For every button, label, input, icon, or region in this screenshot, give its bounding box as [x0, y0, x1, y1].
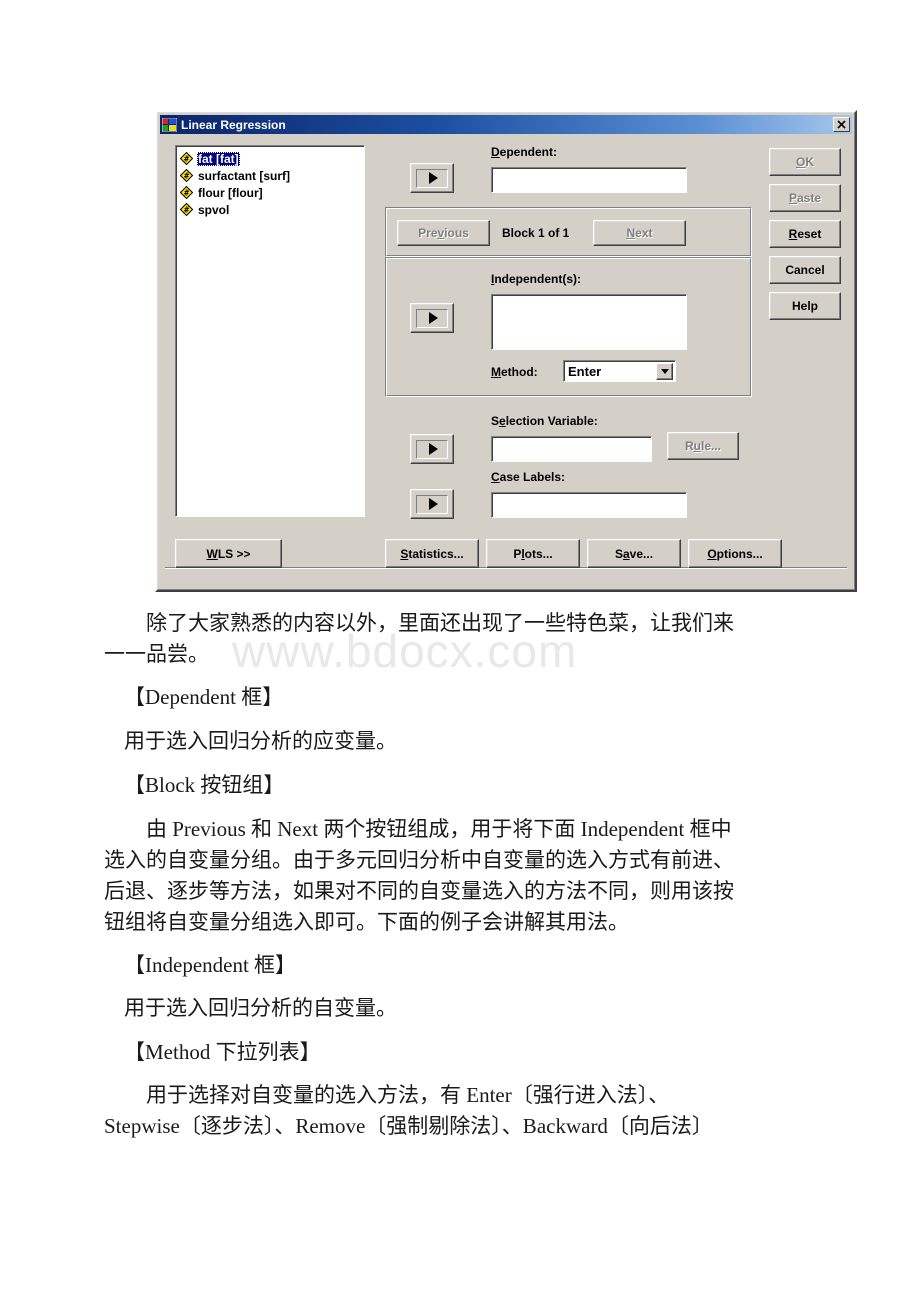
reset-button[interactable]: Reset — [769, 220, 841, 248]
arrow-right-icon — [428, 443, 438, 455]
list-item[interactable]: # spvol — [178, 201, 364, 218]
help-button[interactable]: Help — [769, 292, 841, 320]
svg-text:#: # — [184, 171, 189, 180]
heading-dependent: 【Dependent 框】 — [124, 685, 284, 709]
variable-list[interactable]: # fat [fat] # surfactant [surf] # flour — [175, 145, 365, 517]
move-to-independents-button[interactable] — [410, 303, 454, 333]
paragraph-intro-line2: 一一品尝。 — [104, 642, 209, 666]
save-button[interactable]: Sa ve... — [587, 539, 681, 568]
svg-text:#: # — [184, 154, 189, 163]
move-to-case-labels-button[interactable] — [410, 489, 454, 519]
list-item-label: surfactant [surf] — [198, 168, 291, 183]
paragraph-method-line1: 用于选择对自变量的选入方法，有 Enter〔强行进入法〕、 — [146, 1083, 670, 1107]
close-icon[interactable] — [833, 117, 850, 132]
paragraph-block-line1: 由 Previous 和 Next 两个按钮组成，用于将下面 Independe… — [146, 817, 732, 841]
arrow-inset — [416, 439, 448, 459]
scale-variable-icon: # — [179, 151, 194, 166]
arrow-right-icon — [428, 498, 438, 510]
list-item[interactable]: # fat [fat] — [178, 150, 364, 167]
move-to-dependent-button[interactable] — [410, 163, 454, 193]
dialog-titlebar[interactable]: Linear Regression — [160, 115, 852, 134]
list-item[interactable]: # flour [flour] — [178, 184, 364, 201]
selection-variable-input[interactable] — [491, 436, 652, 462]
dialog-title: Linear Regression — [181, 117, 286, 132]
options-button[interactable]: Options... — [688, 539, 782, 568]
heading-method: 【Method 下拉列表】 — [124, 1040, 321, 1064]
ok-button[interactable]: OK — [769, 148, 841, 176]
statistics-button[interactable]: Statistics... — [385, 539, 479, 568]
paragraph-method-line2: Stepwise〔逐步法〕、Remove〔强制剔除法〕、Backward〔向后法… — [104, 1114, 713, 1138]
heading-block: 【Block 按钮组】 — [124, 773, 285, 797]
plots-button[interactable]: Pl ots... — [486, 539, 580, 568]
scale-variable-icon: # — [179, 168, 194, 183]
svg-text:#: # — [184, 205, 189, 214]
arrow-right-icon — [428, 312, 438, 324]
independents-label: Independent(s): — [491, 272, 582, 286]
list-item[interactable]: # surfactant [surf] — [178, 167, 364, 184]
cancel-button[interactable]: Cancel — [769, 256, 841, 284]
previous-button[interactable]: Pre v ious — [397, 220, 490, 246]
dependent-label: Dependent: — [491, 145, 558, 159]
paragraph-intro-line1: 除了大家熟悉的内容以外，里面还出现了一些特色菜，让我们来 — [146, 611, 734, 635]
scale-variable-icon: # — [179, 202, 194, 217]
case-labels-input[interactable] — [491, 492, 687, 518]
scale-variable-icon: # — [179, 185, 194, 200]
method-label: Method: — [491, 365, 538, 379]
rule-button[interactable]: Ru le... — [667, 432, 739, 460]
arrow-right-icon — [428, 172, 438, 184]
block-status-label: Block 1 of 1 — [502, 226, 570, 240]
move-to-selection-variable-button[interactable] — [410, 434, 454, 464]
independents-input[interactable] — [491, 294, 687, 350]
heading-independent: 【Independent 框】 — [124, 953, 297, 977]
case-labels-label: Case Labels: — [491, 470, 566, 484]
spss-app-icon — [161, 117, 178, 132]
list-item-label: spvol — [198, 202, 230, 217]
list-item-label: flour [flour] — [198, 185, 263, 200]
selection-variable-label: Selection Variable: — [491, 414, 598, 428]
paragraph-dependent: 用于选入回归分析的应变量。 — [124, 729, 397, 753]
arrow-inset — [416, 168, 448, 188]
wls-button[interactable]: W LS >> — [175, 539, 282, 568]
chevron-down-icon[interactable] — [656, 362, 673, 380]
dependent-input[interactable] — [491, 167, 687, 193]
paragraph-independent: 用于选入回归分析的自变量。 — [124, 996, 397, 1020]
paragraph-block-line2: 选入的自变量分组。由于多元回归分析中自变量的选入方式有前进、 — [104, 848, 734, 872]
paragraph-block-line3: 后退、逐步等方法，如果对不同的自变量选入的方法不同，则用该按 — [104, 879, 734, 903]
arrow-inset — [416, 494, 448, 514]
linear-regression-dialog: Linear Regression # fat [fat] # surfacta… — [155, 110, 857, 592]
paragraph-block-line4: 钮组将自变量分组选入即可。下面的例子会讲解其用法。 — [104, 910, 629, 934]
next-button[interactable]: Next — [593, 220, 686, 246]
paste-button[interactable]: Paste — [769, 184, 841, 212]
chevron-down-glyph — [660, 368, 669, 374]
arrow-inset — [416, 308, 448, 328]
svg-text:#: # — [184, 188, 189, 197]
list-item-label: fat [fat] — [197, 151, 240, 166]
method-selected-value: Enter — [568, 363, 602, 379]
method-select[interactable]: Enter — [563, 360, 676, 382]
